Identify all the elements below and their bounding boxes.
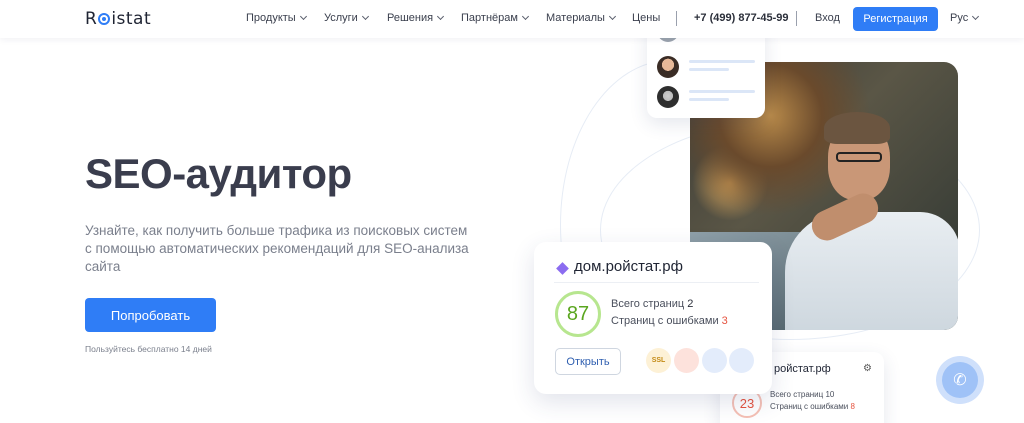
nav-label: Партнёрам — [461, 12, 518, 24]
error-pages-stat: Страниц с ошибками 8 — [770, 402, 855, 411]
stat-value: 2 — [687, 298, 694, 310]
subtitle-line: Узнайте, как получить больше трафика из … — [85, 223, 468, 238]
user-row — [657, 86, 757, 110]
user-avatar — [657, 56, 679, 78]
nav-label: Решения — [387, 12, 434, 24]
stat-value: 10 — [825, 390, 835, 399]
register-button[interactable]: Регистрация — [853, 7, 938, 31]
placeholder-line — [689, 90, 755, 93]
roistat-logo[interactable]: Ristat — [85, 9, 151, 29]
subtitle-line: с помощью автоматических рекомендаций дл… — [85, 241, 469, 274]
error-pages-stat: Страниц с ошибками 3 — [611, 315, 728, 327]
nav-label: Продукты — [246, 12, 296, 24]
status-badge — [702, 348, 727, 373]
stat-label: Страниц с ошибками — [770, 402, 849, 411]
site-header: Ristat Продукты Услуги Решения Партнёрам… — [0, 0, 1024, 38]
placeholder-line — [689, 68, 729, 71]
page-title: SEO-аудитор — [85, 150, 352, 197]
site-card: дом.ройстат.рф 87 Всего страниц 2 Страниц… — [534, 242, 772, 394]
nav-divider — [796, 11, 797, 26]
page: Ristat Продукты Услуги Решения Партнёрам… — [0, 0, 1024, 423]
nav-item-products[interactable]: Продукты — [246, 12, 307, 24]
phone-icon: ✆ — [942, 362, 978, 398]
user-avatar — [657, 86, 679, 108]
total-pages-stat: Всего страниц 10 — [770, 390, 834, 399]
stat-label: Страниц с ошибками — [611, 315, 719, 327]
gear-icon[interactable]: ⚙ — [863, 363, 872, 374]
site-domain: дом.ройстат.рф — [574, 258, 683, 275]
nav-label: Материалы — [546, 12, 605, 24]
logo-text-end: istat — [111, 9, 152, 29]
nav-item-services[interactable]: Услуги — [324, 12, 369, 24]
nav-label: Услуги — [324, 12, 358, 24]
phone-link[interactable]: +7 (499) 877-45-99 — [694, 12, 788, 24]
placeholder-line — [689, 60, 755, 63]
total-pages-stat: Всего страниц 2 — [611, 298, 693, 310]
chevron-down-icon — [972, 12, 980, 21]
language-selector[interactable]: Рус — [950, 12, 980, 24]
ssl-badge: SSL — [646, 348, 671, 373]
logo-text-start: R — [85, 9, 98, 29]
card-divider — [554, 282, 759, 283]
stat-label: Всего страниц — [611, 298, 685, 310]
status-badge — [674, 348, 699, 373]
chevron-down-icon — [437, 12, 445, 21]
person-hair — [824, 112, 890, 144]
site-domain: ройстат.рф — [774, 363, 831, 375]
nav-divider — [676, 11, 677, 26]
open-button[interactable]: Открыть — [555, 348, 621, 375]
callback-widget[interactable]: ✆ — [936, 356, 984, 404]
user-row — [657, 56, 757, 80]
nav-item-prices[interactable]: Цены — [632, 12, 660, 24]
chevron-down-icon — [299, 12, 307, 21]
try-button[interactable]: Попробовать — [85, 298, 216, 332]
stat-label: Всего страниц — [770, 390, 824, 399]
nav-item-solutions[interactable]: Решения — [387, 12, 445, 24]
hero-subtitle: Узнайте, как получить больше трафика из … — [85, 222, 505, 276]
language-label: Рус — [950, 12, 969, 24]
person-shirt — [785, 212, 958, 330]
diamond-icon — [556, 262, 569, 275]
logo-circle-icon — [98, 13, 111, 25]
chevron-down-icon — [521, 12, 529, 21]
stat-value: 3 — [721, 315, 728, 327]
nav-label: Цены — [632, 12, 661, 24]
trial-note: Пользуйтесь бесплатно 14 дней — [85, 344, 212, 354]
seo-score: 87 — [555, 291, 601, 337]
person-glasses — [836, 152, 882, 162]
stat-value: 8 — [850, 402, 855, 411]
nav-item-partners[interactable]: Партнёрам — [461, 12, 529, 24]
login-link[interactable]: Вход — [815, 12, 840, 24]
chevron-down-icon — [361, 12, 369, 21]
status-badge — [729, 348, 754, 373]
chevron-down-icon — [608, 12, 616, 21]
placeholder-line — [689, 98, 729, 101]
nav-item-materials[interactable]: Материалы — [546, 12, 616, 24]
